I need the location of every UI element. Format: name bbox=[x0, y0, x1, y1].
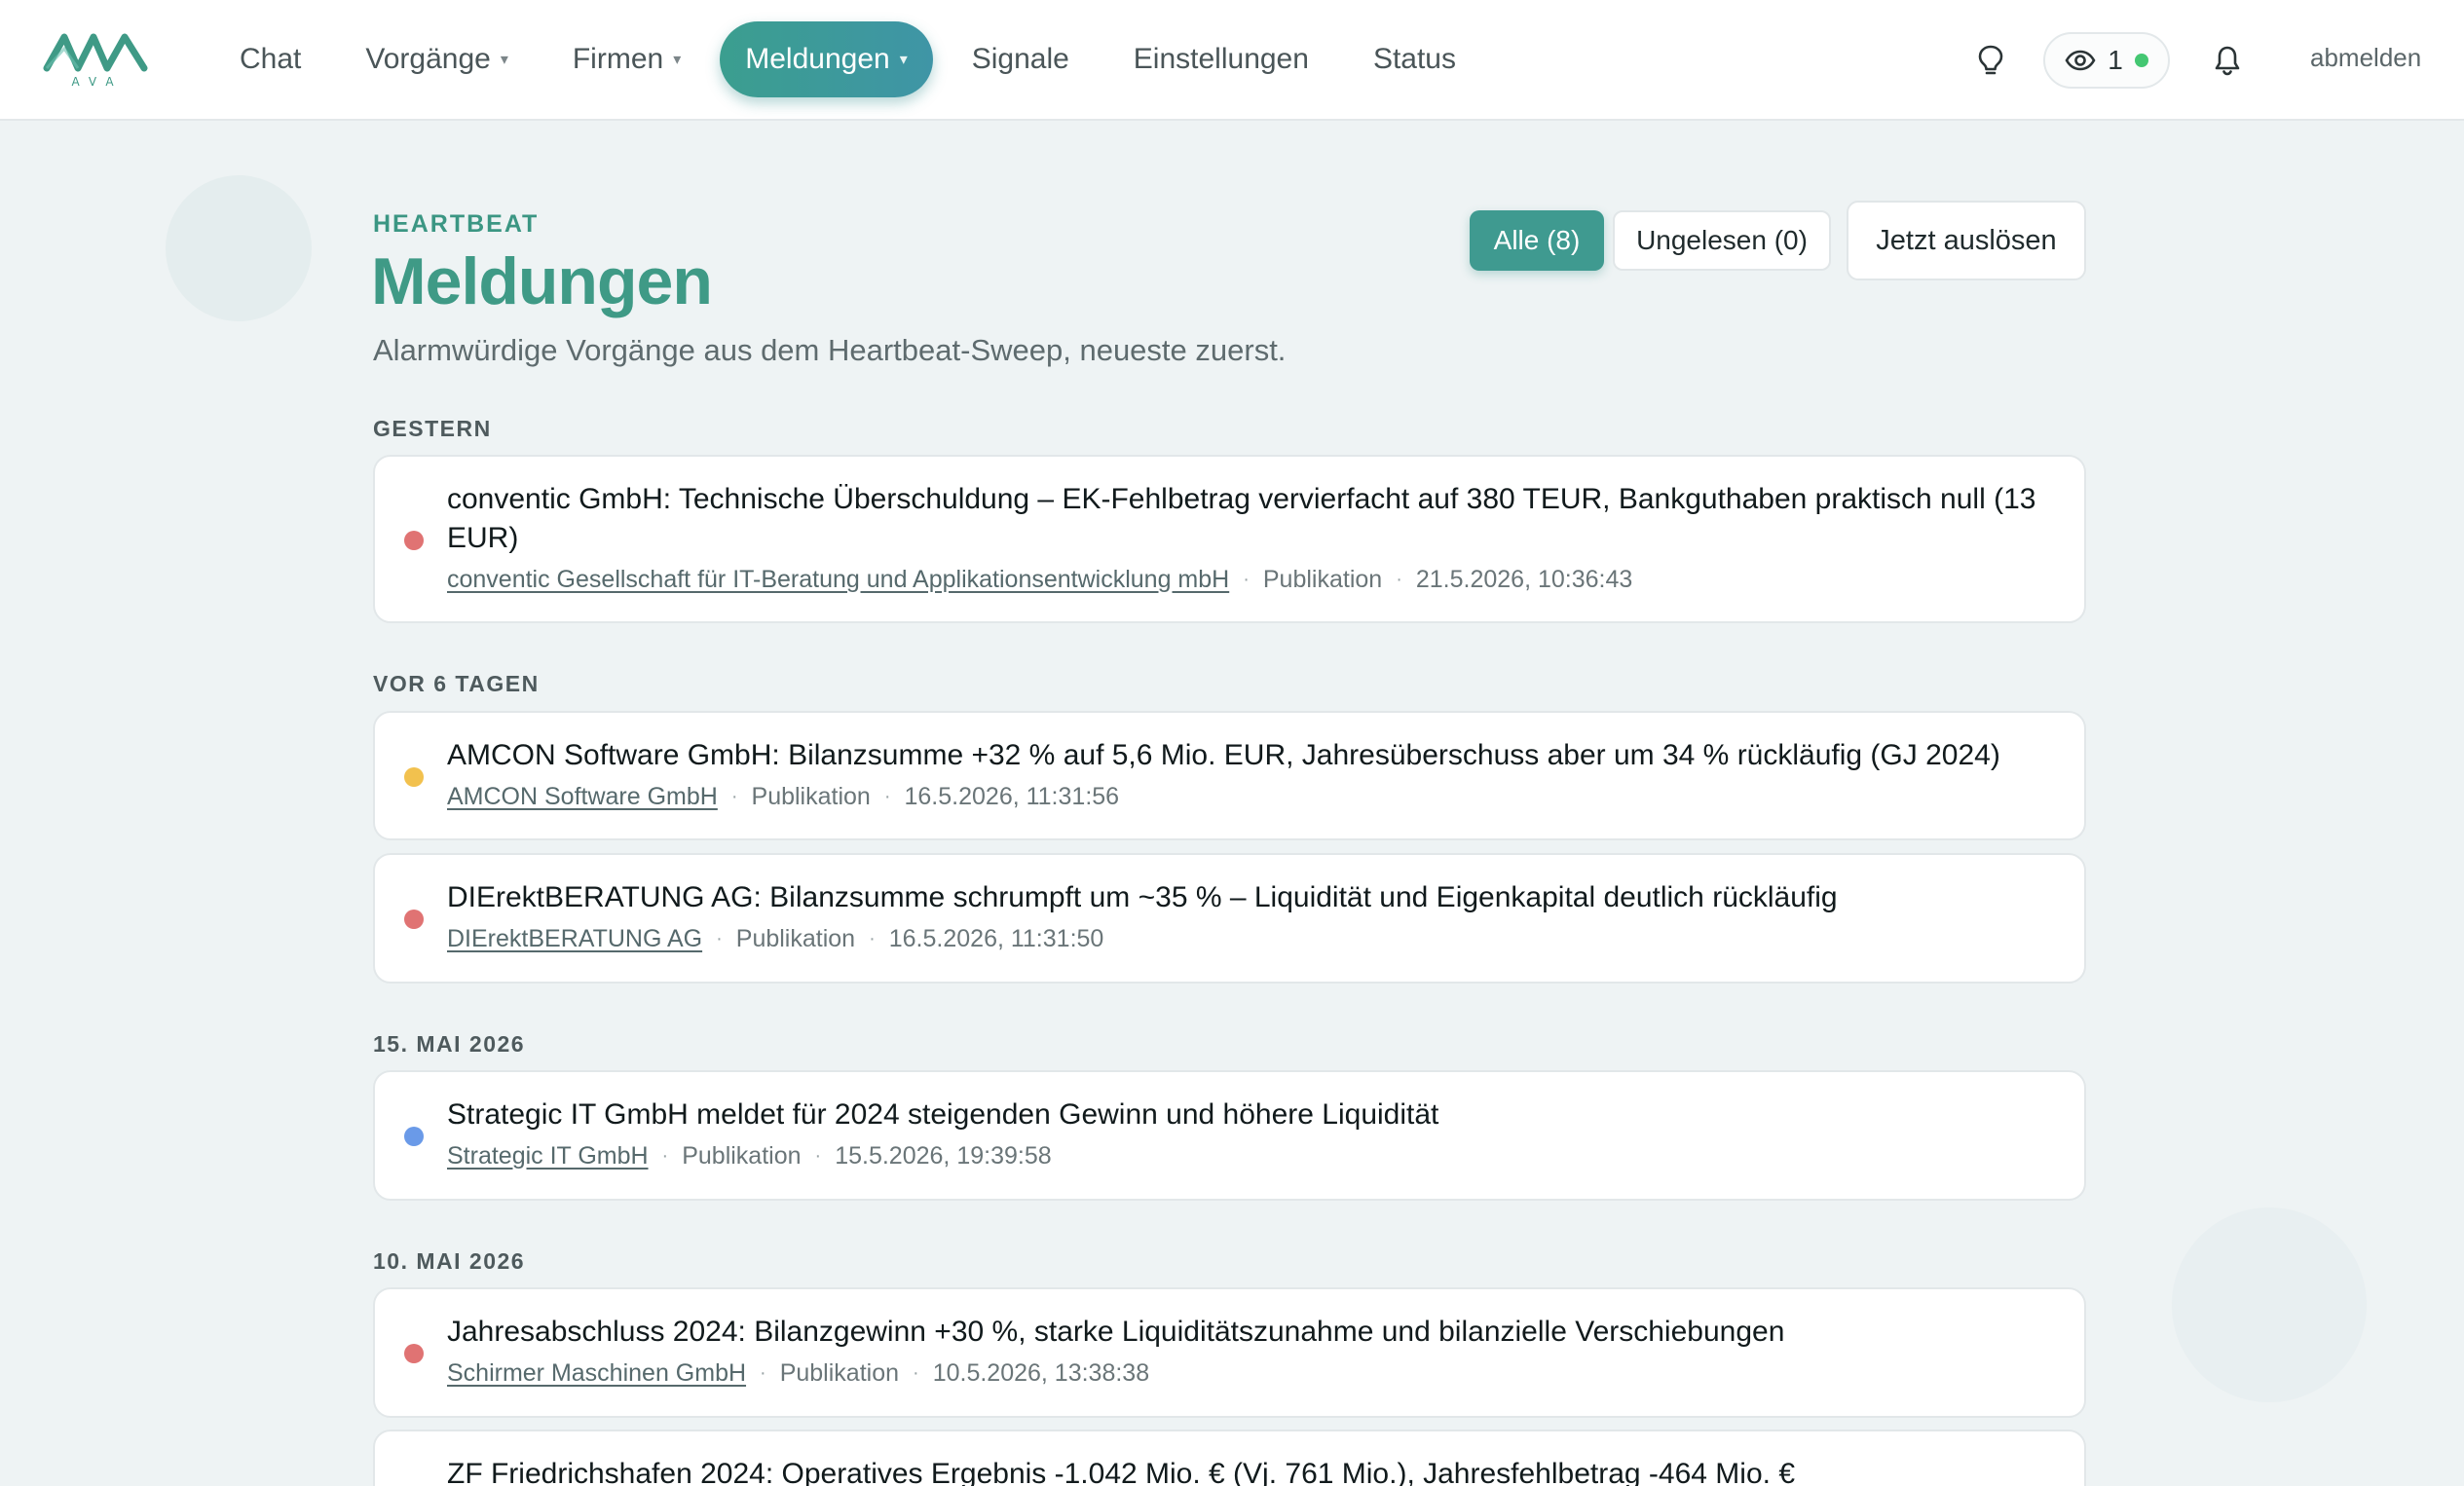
page-subtitle: Alarmwürdige Vorgänge aus dem Heartbeat-… bbox=[373, 333, 1287, 367]
nav-firmen[interactable]: Firmen ▾ bbox=[547, 21, 706, 97]
separator: · bbox=[661, 1145, 669, 1167]
nav-status[interactable]: Status bbox=[1348, 21, 1481, 97]
filter-all-button[interactable]: Alle (8) bbox=[1470, 210, 1604, 271]
nav-label: Meldungen bbox=[745, 43, 890, 75]
logout-link[interactable]: abmelden bbox=[2310, 43, 2421, 73]
separator: · bbox=[913, 1362, 919, 1384]
eye-icon bbox=[2065, 50, 2096, 71]
notification-card[interactable]: DIErektBERATUNG AG: Bilanzsumme schrumpf… bbox=[373, 853, 2086, 984]
severity-dot-yellow bbox=[404, 767, 424, 787]
nav-chat[interactable]: Chat bbox=[214, 21, 326, 97]
notification-meta: DIErektBERATUNG AG · Publikation · 16.5.… bbox=[447, 925, 1103, 953]
chevron-down-icon: ▾ bbox=[673, 52, 682, 68]
nav-label: Vorgänge bbox=[365, 43, 491, 75]
separator: · bbox=[716, 928, 723, 949]
background-decoration bbox=[166, 175, 312, 321]
notification-card[interactable]: Jahresabschluss 2024: Bilanzgewinn +30 %… bbox=[373, 1287, 2086, 1418]
watchers-indicator[interactable]: 1 bbox=[2043, 32, 2170, 89]
watch-count: 1 bbox=[2108, 45, 2123, 75]
ava-logo[interactable]: AVA bbox=[43, 29, 152, 90]
group-label: GESTERN bbox=[373, 416, 492, 441]
nav-signale[interactable]: Signale bbox=[947, 21, 1095, 97]
severity-dot-red bbox=[404, 531, 424, 550]
notification-title: AMCON Software GmbH: Bilanzsumme +32 % a… bbox=[447, 739, 2000, 771]
severity-dot-blue bbox=[404, 1127, 424, 1146]
source-label: Publikation bbox=[751, 783, 871, 810]
filter-unread-button[interactable]: Ungelesen (0) bbox=[1613, 210, 1831, 271]
nav-label: Status bbox=[1372, 43, 1456, 75]
company-link[interactable]: Schirmer Maschinen GmbH bbox=[447, 1359, 746, 1388]
timestamp: 21.5.2026, 10:36:43 bbox=[1415, 566, 1633, 593]
background-decoration bbox=[2172, 1207, 2367, 1402]
nav-label: Chat bbox=[240, 43, 302, 75]
company-link[interactable]: Strategic IT GmbH bbox=[447, 1142, 649, 1170]
timestamp: 16.5.2026, 11:31:50 bbox=[888, 925, 1104, 952]
separator: · bbox=[760, 1362, 766, 1384]
group-label: 15. MAI 2026 bbox=[373, 1031, 526, 1057]
notification-meta: Strategic IT GmbH · Publikation · 15.5.2… bbox=[447, 1142, 1052, 1170]
nav-label: Einstellungen bbox=[1133, 43, 1309, 75]
notification-card[interactable]: conventic GmbH: Technische Überschuldung… bbox=[373, 455, 2086, 623]
lightbulb-button[interactable] bbox=[1963, 33, 2018, 88]
logo-wordmark: AVA bbox=[71, 75, 123, 89]
notification-meta: AMCON Software GmbH · Publikation · 16.5… bbox=[447, 783, 1119, 811]
notification-meta: Schirmer Maschinen GmbH · Publikation · … bbox=[447, 1359, 1149, 1388]
severity-dot-red bbox=[404, 1344, 424, 1363]
nav-label: Signale bbox=[971, 43, 1069, 75]
source-label: Publikation bbox=[682, 1142, 802, 1170]
nav-einstellungen[interactable]: Einstellungen bbox=[1108, 21, 1334, 97]
bell-icon bbox=[2215, 46, 2240, 76]
main-nav: Chat Vorgänge ▾ Firmen ▾ Meldungen ▾ Sig… bbox=[214, 21, 1495, 97]
online-status-dot bbox=[2134, 54, 2148, 67]
trigger-now-button[interactable]: Jetzt auslösen bbox=[1847, 201, 2086, 280]
company-link[interactable]: conventic Gesellschaft für IT-Beratung u… bbox=[447, 566, 1229, 594]
group-label: VOR 6 TAGEN bbox=[373, 671, 540, 696]
notification-card[interactable]: AMCON Software GmbH: Bilanzsumme +32 % a… bbox=[373, 711, 2086, 840]
notification-title: DIErektBERATUNG AG: Bilanzsumme schrumpf… bbox=[447, 881, 1838, 913]
top-navigation-bar: AVA Chat Vorgänge ▾ Firmen ▾ Meldungen ▾… bbox=[0, 0, 2464, 121]
nav-meldungen[interactable]: Meldungen ▾ bbox=[720, 21, 933, 97]
separator: · bbox=[1243, 569, 1250, 590]
timestamp: 16.5.2026, 11:31:56 bbox=[904, 783, 1120, 810]
nav-vorgaenge[interactable]: Vorgänge ▾ bbox=[340, 21, 533, 97]
separator: · bbox=[1396, 569, 1402, 590]
chevron-down-icon: ▾ bbox=[899, 52, 908, 68]
separator: · bbox=[730, 786, 738, 807]
lightbulb-icon bbox=[1978, 45, 2003, 75]
notification-title: Strategic IT GmbH meldet für 2024 steige… bbox=[447, 1098, 1439, 1131]
source-label: Publikation bbox=[779, 1359, 900, 1387]
page-eyebrow: HEARTBEAT bbox=[373, 210, 540, 238]
page-title: Meldungen bbox=[371, 244, 713, 318]
company-link[interactable]: DIErektBERATUNG AG bbox=[447, 925, 702, 953]
separator: · bbox=[814, 1145, 822, 1167]
timestamp: 10.5.2026, 13:38:38 bbox=[932, 1359, 1150, 1387]
chevron-down-icon: ▾ bbox=[500, 52, 508, 68]
timestamp: 15.5.2026, 19:39:58 bbox=[835, 1142, 1052, 1170]
notification-title: Jahresabschluss 2024: Bilanzgewinn +30 %… bbox=[447, 1316, 1785, 1348]
notification-title: conventic GmbH: Technische Überschuldung… bbox=[447, 483, 2036, 554]
nav-label: Firmen bbox=[572, 43, 664, 75]
logo-icon: AVA bbox=[43, 33, 148, 89]
notification-card[interactable]: ZF Friedrichshafen 2024: Operatives Erge… bbox=[373, 1430, 2086, 1486]
company-link[interactable]: AMCON Software GmbH bbox=[447, 783, 718, 811]
notification-title: ZF Friedrichshafen 2024: Operatives Erge… bbox=[447, 1458, 1795, 1486]
notifications-button[interactable] bbox=[2200, 33, 2255, 88]
separator: · bbox=[869, 928, 876, 949]
severity-dot-red bbox=[404, 910, 424, 929]
notification-meta: conventic Gesellschaft für IT-Beratung u… bbox=[447, 566, 1632, 594]
separator: · bbox=[883, 786, 891, 807]
source-label: Publikation bbox=[1262, 566, 1383, 593]
notification-card[interactable]: Strategic IT GmbH meldet für 2024 steige… bbox=[373, 1070, 2086, 1201]
source-label: Publikation bbox=[735, 925, 856, 952]
group-label: 10. MAI 2026 bbox=[373, 1248, 526, 1274]
